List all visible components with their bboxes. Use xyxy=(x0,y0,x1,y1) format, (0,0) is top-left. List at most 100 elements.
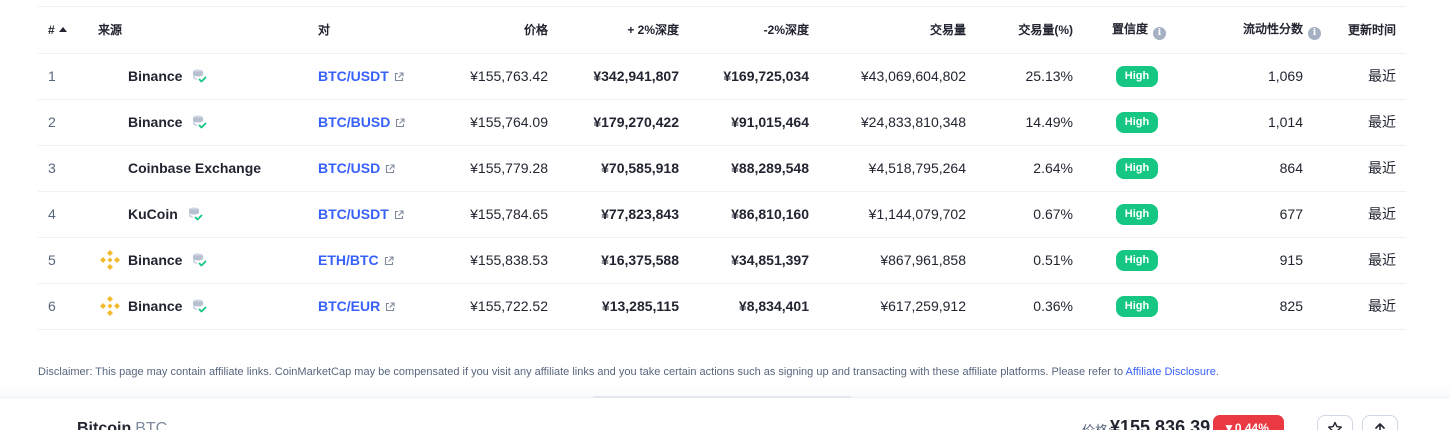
external-link-icon xyxy=(384,256,394,266)
external-link-icon xyxy=(396,118,405,128)
price-change-badge: ▼0.44% xyxy=(1213,415,1284,430)
column-header-volume[interactable]: 交易量 xyxy=(809,7,966,54)
column-header-confidence[interactable]: 置信度 i xyxy=(1073,7,1183,54)
depth-minus-cell: ¥86,810,160 xyxy=(679,191,809,238)
depth-minus-cell: ¥169,725,034 xyxy=(679,53,809,100)
exchange-logo-slot xyxy=(98,248,128,272)
pair-link[interactable]: BTC/EUR xyxy=(318,298,380,314)
exchange-logo-slot xyxy=(98,110,128,134)
exchange-logo-slot xyxy=(98,202,128,226)
column-header-liquidity[interactable]: 流动性分数 i xyxy=(1183,7,1321,54)
exchange-name-link[interactable]: Binance xyxy=(128,68,182,84)
source-cell: Binance xyxy=(98,53,318,100)
column-header-volume-pct[interactable]: 交易量(%) xyxy=(966,7,1073,54)
volume-pct-cell: 25.13% xyxy=(966,53,1073,100)
liquidity-cell: 677 xyxy=(1183,191,1321,238)
coin-symbol: BTC xyxy=(135,420,168,430)
exchange-name-link[interactable]: Binance xyxy=(128,114,182,130)
price-cell: ¥155,838.53 xyxy=(448,237,548,284)
watchlist-star-button[interactable] xyxy=(1317,415,1353,430)
disclaimer-suffix: . xyxy=(1215,366,1219,378)
confidence-badge: High xyxy=(1116,65,1158,87)
binance-logo xyxy=(100,296,120,316)
exchange-logo-slot xyxy=(98,64,128,88)
table-row[interactable]: 1 Binance BTC/USDT ¥155,763.42 ¥342,941,807 ¥… xyxy=(38,53,1406,100)
table-row[interactable]: 3 Coinbase Exchange BTC/USD ¥155,779.28 ¥70,… xyxy=(38,145,1406,192)
pair-cell: BTC/BUSD xyxy=(318,99,448,146)
pair-link[interactable]: BTC/BUSD xyxy=(318,114,390,130)
column-header-price[interactable]: 价格 xyxy=(448,7,548,54)
price-cell: ¥155,764.09 xyxy=(448,99,548,146)
external-link-icon xyxy=(386,302,395,312)
column-header-rank[interactable]: # xyxy=(38,7,98,54)
column-header-depth-minus[interactable]: -2%深度 xyxy=(679,7,809,54)
table-row[interactable]: 4 KuCoin BTC/USDT ¥155,784.65 ¥77,823,843 ¥86… xyxy=(38,191,1406,238)
confidence-cell: High xyxy=(1073,237,1183,284)
column-header-updated[interactable]: 更新时间 xyxy=(1321,7,1406,54)
price-cell: ¥155,722.52 xyxy=(448,283,548,330)
table-row[interactable]: 6 Binance BTC/EUR ¥155,722.52 ¥13,285,115 ¥8,… xyxy=(38,283,1406,330)
pair-link[interactable]: BTC/USD xyxy=(318,160,380,176)
star-icon xyxy=(1328,421,1342,430)
updated-cell: 最近 xyxy=(1321,145,1406,192)
volume-pct-cell: 0.51% xyxy=(966,237,1073,284)
pair-link[interactable]: ETH/BTC xyxy=(318,252,379,268)
coin-title: Bitcoin BTC xyxy=(77,420,167,430)
affiliate-disclosure-link[interactable]: Affiliate Disclosure xyxy=(1126,366,1216,378)
binance-logo xyxy=(100,250,120,270)
updated-cell: 最近 xyxy=(1321,191,1406,238)
liquidity-cell: 915 xyxy=(1183,237,1321,284)
markets-table: # 来源 对 价格 + 2%深度 -2%深度 交易量 交易量(%) 置信度 i 流… xyxy=(38,7,1406,330)
share-button[interactable] xyxy=(1362,415,1398,430)
table-header-row: # 来源 对 价格 + 2%深度 -2%深度 交易量 交易量(%) 置信度 i 流… xyxy=(38,7,1406,54)
column-header-source[interactable]: 来源 xyxy=(98,7,318,54)
exchange-logo-slot xyxy=(98,294,128,318)
volume-pct-cell: 0.36% xyxy=(966,283,1073,330)
confidence-badge: High xyxy=(1116,111,1158,133)
volume-pct-cell: 2.64% xyxy=(966,145,1073,192)
external-link-icon xyxy=(394,72,404,82)
exchange-name-link[interactable]: Coinbase Exchange xyxy=(128,160,261,176)
pair-link[interactable]: BTC/USDT xyxy=(318,206,389,222)
volume-cell: ¥617,259,912 xyxy=(809,283,966,330)
pair-cell: BTC/USDT xyxy=(318,191,448,238)
updated-cell: 最近 xyxy=(1321,53,1406,100)
info-icon[interactable]: i xyxy=(1153,26,1166,40)
depth-minus-cell: ¥88,289,548 xyxy=(679,145,809,192)
price-cell: ¥155,779.28 xyxy=(448,145,548,192)
verified-icon xyxy=(193,69,207,83)
table-row[interactable]: 5 Binance ETH/BTC ¥155,838.53 ¥16,375,588 ¥34… xyxy=(38,237,1406,284)
sort-up-icon xyxy=(58,26,67,32)
depth-plus-cell: ¥179,270,422 xyxy=(548,99,679,146)
sticky-coin-bar: BitcoinBTC 价格: ¥155,836.39 ▼0.44% xyxy=(0,396,1450,430)
rank-cell: 6 xyxy=(38,283,98,330)
price-value: ¥155,836.39 xyxy=(1110,417,1211,430)
liquidity-cell: 1,069 xyxy=(1183,53,1321,100)
exchange-name-link[interactable]: KuCoin xyxy=(128,206,178,222)
source-cell: KuCoin xyxy=(98,191,318,238)
updated-cell: 最近 xyxy=(1321,283,1406,330)
confidence-cell: High xyxy=(1073,145,1183,192)
depth-minus-cell: ¥91,015,464 xyxy=(679,99,809,146)
updated-cell: 最近 xyxy=(1321,237,1406,284)
confidence-cell: High xyxy=(1073,283,1183,330)
markets-table-container: # 来源 对 价格 + 2%深度 -2%深度 交易量 交易量(%) 置信度 i 流… xyxy=(38,6,1406,330)
column-header-pair[interactable]: 对 xyxy=(318,7,448,54)
pair-cell: BTC/USD xyxy=(318,145,448,192)
confidence-badge: High xyxy=(1116,157,1158,179)
exchange-name-link[interactable]: Binance xyxy=(128,298,182,314)
verified-icon xyxy=(188,207,203,221)
volume-cell: ¥867,961,858 xyxy=(809,237,966,284)
affiliate-disclaimer: Disclaimer: This page may contain affili… xyxy=(38,366,1219,378)
column-header-confidence-label: 置信度 xyxy=(1111,21,1148,36)
pair-cell: BTC/EUR xyxy=(318,283,448,330)
column-header-depth-plus[interactable]: + 2%深度 xyxy=(548,7,679,54)
info-icon[interactable]: i xyxy=(1308,26,1321,40)
bar-handle xyxy=(593,396,851,398)
table-row[interactable]: 2 Binance BTC/BUSD ¥155,764.09 ¥179,270,422 ¥… xyxy=(38,99,1406,146)
pair-link[interactable]: BTC/USDT xyxy=(318,68,389,84)
exchange-name-link[interactable]: Binance xyxy=(128,252,182,268)
price-cell: ¥155,784.65 xyxy=(448,191,548,238)
confidence-badge: High xyxy=(1116,295,1158,317)
coin-name: Bitcoin xyxy=(77,420,132,430)
